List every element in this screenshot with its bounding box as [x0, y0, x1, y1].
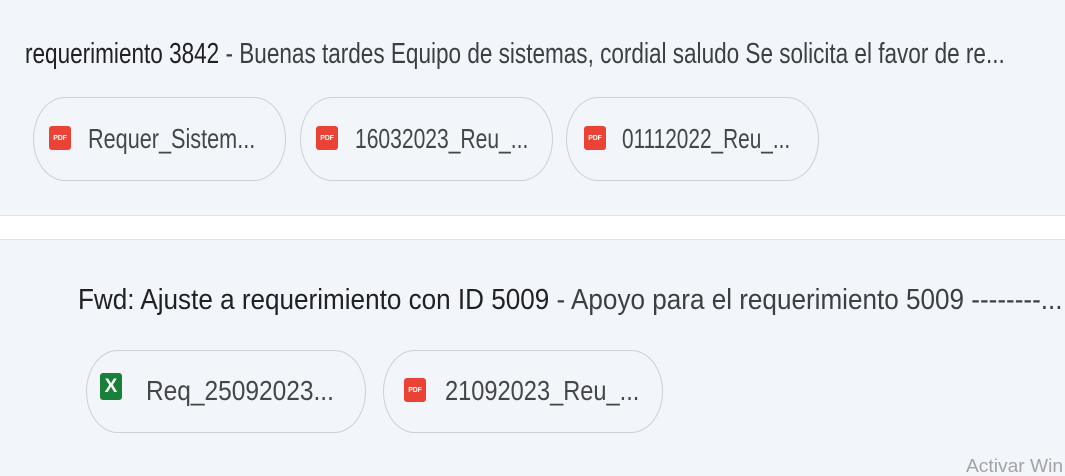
subject-separator: -	[225, 38, 233, 70]
pdf-icon-text: PDF	[588, 134, 602, 142]
email-snippet: Apoyo para el requerimiento 5009 -------…	[571, 284, 1063, 316]
inbox-list: requerimiento 3842 - Buenas tardes Equip…	[0, 0, 1065, 476]
attachment-name: Requer_Sistem...	[88, 123, 256, 154]
pdf-icon: PDF	[316, 126, 338, 150]
windows-activation-watermark: Activar Win	[966, 456, 1064, 476]
email-subject: Fwd: Ajuste a requerimiento con ID 5009	[78, 284, 550, 316]
pdf-icon: PDF	[49, 126, 71, 150]
attachment-chip[interactable]: PDF Requer_Sistem...	[33, 97, 286, 181]
pdf-icon-text: PDF	[320, 134, 334, 142]
attachment-name: 01112022_Reu_...	[622, 123, 791, 154]
attachment-chip[interactable]: PDF 01112022_Reu_...	[566, 97, 819, 181]
attachment-chip[interactable]: PDF 21092023_Reu_...	[383, 350, 663, 433]
attachment-chip[interactable]: PDF 16032023_Reu_...	[300, 97, 553, 181]
email-subject-snippet: requerimiento 3842 - Buenas tardes Equip…	[25, 40, 1005, 69]
excel-icon-text: X	[104, 376, 118, 397]
email-subject: requerimiento 3842	[25, 38, 220, 70]
pdf-icon: PDF	[404, 378, 426, 402]
attachment-chips: X Req_25092023... PDF 21092023_Reu_...	[0, 350, 1065, 433]
email-subject-snippet: Fwd: Ajuste a requerimiento con ID 5009 …	[78, 286, 1063, 315]
subject-separator: -	[556, 284, 566, 316]
email-snippet: Buenas tardes Equipo de sistemas, cordia…	[239, 38, 1005, 70]
attachment-chip[interactable]: X Req_25092023...	[86, 350, 366, 433]
pdf-icon-text: PDF	[408, 386, 422, 394]
email-row[interactable]: Fwd: Ajuste a requerimiento con ID 5009 …	[0, 239, 1065, 476]
attachment-name: 16032023_Reu_...	[355, 123, 529, 154]
pdf-icon: PDF	[584, 126, 606, 150]
excel-icon: X	[100, 373, 122, 400]
pdf-icon-text: PDF	[53, 134, 67, 142]
attachment-name: Req_25092023...	[146, 375, 334, 406]
attachment-chips: PDF Requer_Sistem... PDF 16032023_Reu_..…	[0, 97, 1065, 181]
attachment-name: 21092023_Reu_...	[445, 375, 640, 406]
email-row[interactable]: requerimiento 3842 - Buenas tardes Equip…	[0, 0, 1065, 216]
